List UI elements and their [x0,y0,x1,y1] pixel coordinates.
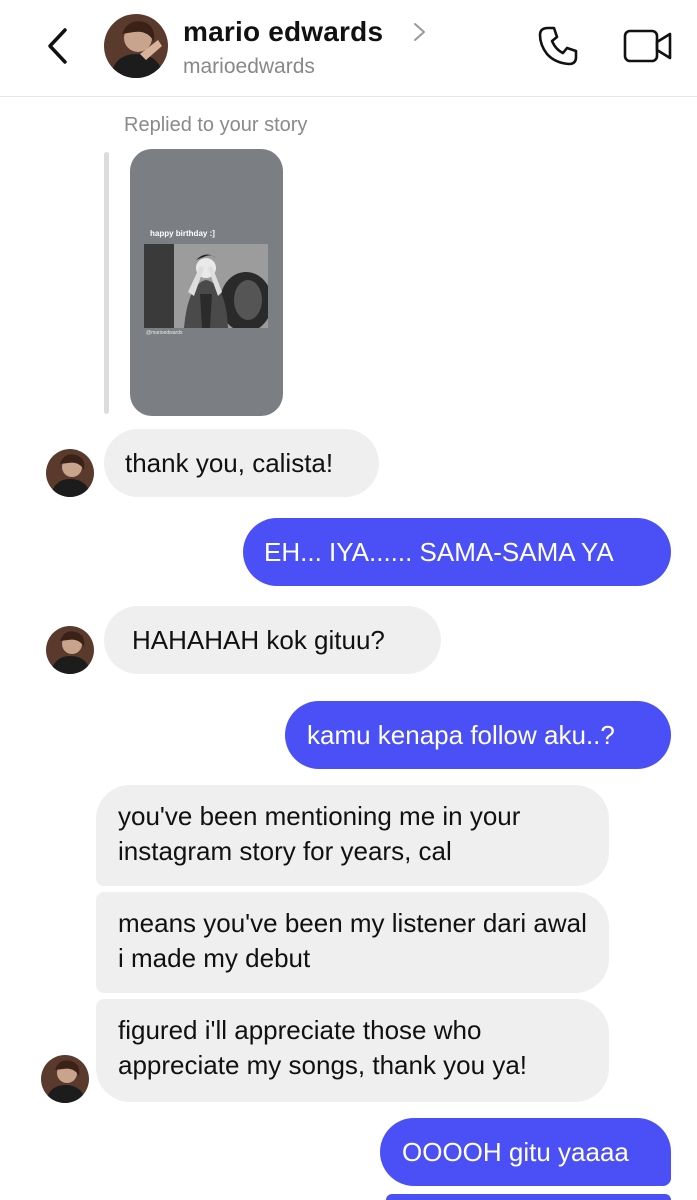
profile-avatar[interactable] [104,14,168,78]
contact-name[interactable]: mario edwards [183,16,383,48]
message-bubble-incoming[interactable]: figured i'll appreciate those who apprec… [96,999,609,1102]
message-bubble-outgoing[interactable]: EH... IYA...... SAMA-SAMA YA [243,518,671,586]
story-caption: happy birthday :] [150,229,215,238]
chevron-right-icon [414,23,425,41]
chat-header: mario edwards marioedwards [0,0,697,97]
back-button[interactable] [38,24,78,68]
message-bubble-incoming[interactable]: you've been mentioning me in your instag… [96,785,609,886]
reply-indicator-bar [104,152,109,414]
video-camera-icon [623,29,672,63]
message-bubble-incoming[interactable]: thank you, calista! [104,429,379,497]
profile-chevron[interactable] [410,20,430,44]
audio-call-button[interactable] [536,24,580,68]
back-arrow-icon [48,28,67,64]
message-bubble-outgoing-partial[interactable] [386,1194,671,1200]
story-username-tag: @marioedwards [146,330,183,336]
sender-avatar[interactable] [46,626,94,674]
story-photo [144,244,272,332]
message-bubble-outgoing[interactable]: OOOOH gitu yaaaa [380,1118,671,1186]
sender-avatar[interactable] [41,1055,89,1103]
message-bubble-incoming[interactable]: means you've been my listener dari awal … [96,892,609,993]
contact-handle[interactable]: marioedwards [183,55,315,79]
replied-to-story-label: Replied to your story [124,114,308,136]
sender-avatar[interactable] [46,449,94,497]
story-thumbnail[interactable]: happy birthday :] @marioedwards [130,149,283,416]
video-call-button[interactable] [622,24,674,68]
message-bubble-incoming[interactable]: HAHAHAH kok gituu? [104,606,441,674]
message-bubble-outgoing[interactable]: kamu kenapa follow aku..? [285,701,671,769]
phone-icon [538,26,578,66]
